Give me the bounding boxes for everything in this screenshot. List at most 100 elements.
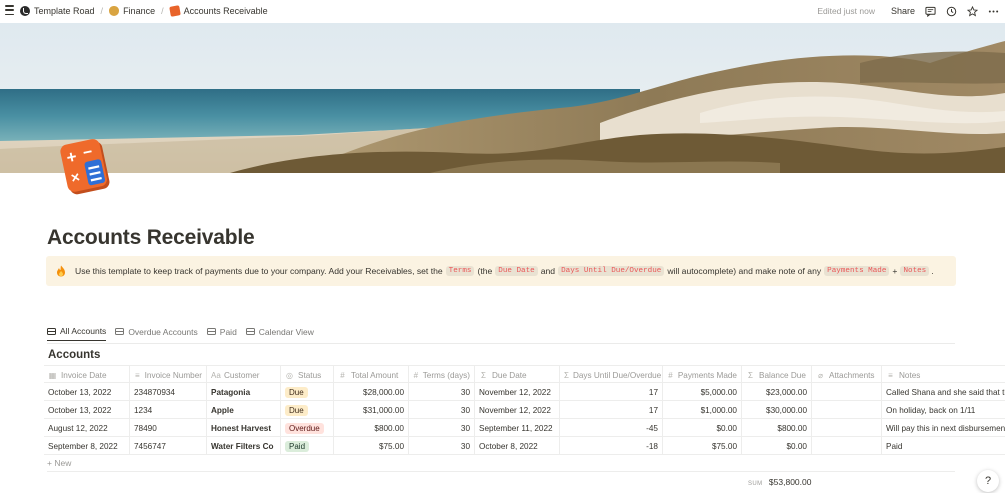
balance-due-sum[interactable]: SUM $53,800.00 (748, 477, 811, 487)
calculator-icon[interactable]: + − × (58, 132, 113, 202)
table-footer-divider (47, 471, 955, 472)
share-button[interactable]: Share (891, 6, 915, 16)
cell-attachments[interactable] (812, 401, 882, 419)
status-badge: Paid (285, 440, 310, 452)
cell-due-date[interactable]: November 12, 2022 (475, 401, 560, 419)
cell-customer[interactable]: Water Filters Co (207, 437, 281, 455)
cell-customer[interactable]: Patagonia (207, 383, 281, 401)
column-header-status[interactable]: ◎ Status (281, 366, 334, 384)
tab-calendar-view[interactable]: Calendar View (245, 325, 314, 341)
cell-invoice-date[interactable]: October 13, 2022 (44, 401, 130, 419)
cell-total-amount[interactable]: $75.00 (334, 437, 409, 455)
breadcrumb-item-finance[interactable]: Finance (109, 6, 155, 16)
database-title[interactable]: Accounts (48, 349, 100, 361)
column-label: Notes (899, 370, 921, 380)
cell-customer[interactable]: Honest Harvest (207, 419, 281, 437)
status-badge: Overdue (285, 422, 324, 434)
tab-all-accounts[interactable]: All Accounts (47, 325, 107, 341)
breadcrumb-item-accounts-receivable[interactable]: Accounts Receivable (168, 5, 268, 17)
column-header-days-until-due[interactable]: Σ Days Until Due/Overdue (560, 366, 663, 384)
cell-balance-due[interactable]: $23,000.00 (742, 383, 812, 401)
cell-invoice-date[interactable]: October 13, 2022 (44, 383, 130, 401)
cell-attachments[interactable] (812, 437, 882, 455)
column-header-customer[interactable]: Aa Customer (207, 366, 281, 384)
cell-customer[interactable]: Apple (207, 401, 281, 419)
calculator-icon (168, 5, 181, 17)
column-header-attachments[interactable]: ⌀ Attachments (812, 366, 882, 384)
template-road-logo-icon (20, 6, 30, 16)
cell-total-amount[interactable]: $31,000.00 (334, 401, 409, 419)
cell-status[interactable]: Paid (281, 437, 334, 455)
column-header-total-amount[interactable]: # Total Amount (334, 366, 409, 384)
cell-terms[interactable]: 30 (409, 383, 475, 401)
cell-status[interactable]: Due (281, 383, 334, 401)
comment-icon[interactable] (925, 6, 936, 17)
breadcrumb-label: Template Road (34, 6, 95, 16)
cell-payments-made[interactable]: $1,000.00 (663, 401, 742, 419)
callout-text: . (931, 266, 934, 276)
tab-overdue-accounts[interactable]: Overdue Accounts (115, 325, 198, 341)
column-label: Attachments (829, 370, 875, 380)
cell-terms[interactable]: 30 (409, 437, 475, 455)
cell-payments-made[interactable]: $75.00 (663, 437, 742, 455)
column-header-terms[interactable]: # Terms (days) (409, 366, 475, 384)
star-icon[interactable] (967, 5, 978, 17)
formula-icon: Σ (748, 370, 753, 380)
breadcrumb-separator: / (161, 6, 164, 16)
column-header-payments-made[interactable]: # Payments Made (663, 366, 742, 384)
column-header-invoice-date[interactable]: ▦ Invoice Date (44, 366, 130, 384)
cell-days-until-due[interactable]: 17 (560, 401, 663, 419)
cover-image[interactable] (0, 23, 1005, 173)
column-header-invoice-number[interactable]: ≡ Invoice Number (130, 366, 207, 384)
cell-invoice-date[interactable]: September 8, 2022 (44, 437, 130, 455)
cell-balance-due[interactable]: $800.00 (742, 419, 812, 437)
page-title[interactable]: Accounts Receivable (47, 226, 255, 250)
accounts-table: ▦ Invoice Date ≡ Invoice Number Aa Customer… (44, 365, 1005, 455)
callout-code-due-date: Due Date (495, 266, 538, 276)
cell-invoice-number[interactable]: 7456747 (130, 437, 207, 455)
cell-payments-made[interactable]: $0.00 (663, 419, 742, 437)
cell-notes[interactable]: Called Shana and she said that they (882, 383, 1005, 401)
cell-days-until-due[interactable]: -18 (560, 437, 663, 455)
column-label: Payments Made (677, 370, 737, 380)
tab-paid[interactable]: Paid (206, 325, 237, 341)
column-header-notes[interactable]: ≡ Notes (882, 366, 1005, 384)
table-icon (115, 328, 125, 335)
cell-invoice-number[interactable]: 1234 (130, 401, 207, 419)
cell-total-amount[interactable]: $800.00 (334, 419, 409, 437)
callout-text: Use this template to keep track of payme… (75, 266, 443, 276)
cell-terms[interactable]: 30 (409, 419, 475, 437)
cell-payments-made[interactable]: $5,000.00 (663, 383, 742, 401)
cell-terms[interactable]: 30 (409, 401, 475, 419)
cell-due-date[interactable]: November 12, 2022 (475, 383, 560, 401)
breadcrumb-item-template-road[interactable]: Template Road (20, 6, 95, 16)
cell-due-date[interactable]: October 8, 2022 (475, 437, 560, 455)
cell-days-until-due[interactable]: 17 (560, 383, 663, 401)
column-header-balance-due[interactable]: Σ Balance Due (742, 366, 812, 384)
cell-balance-due[interactable]: $0.00 (742, 437, 812, 455)
cell-total-amount[interactable]: $28,000.00 (334, 383, 409, 401)
table-row[interactable]: September 8, 2022 7456747 Water Filters … (44, 437, 1005, 455)
cell-notes[interactable]: Will pay this in next disbursement run (882, 419, 1005, 437)
clock-icon[interactable] (946, 6, 957, 17)
more-icon[interactable] (988, 6, 999, 17)
cell-notes[interactable]: Paid (882, 437, 1005, 455)
cell-attachments[interactable] (812, 383, 882, 401)
hamburger-menu-icon[interactable] (5, 5, 14, 15)
table-row[interactable]: October 13, 2022 234870934 Patagonia Due… (44, 383, 1005, 401)
cell-invoice-number[interactable]: 78490 (130, 419, 207, 437)
cell-attachments[interactable] (812, 419, 882, 437)
table-row[interactable]: August 12, 2022 78490 Honest Harvest Ove… (44, 419, 1005, 437)
cell-balance-due[interactable]: $30,000.00 (742, 401, 812, 419)
help-button[interactable]: ? (977, 470, 999, 492)
column-header-due-date[interactable]: Σ Due Date (475, 366, 560, 384)
cell-notes[interactable]: On holiday, back on 1/11 (882, 401, 1005, 419)
cell-days-until-due[interactable]: -45 (560, 419, 663, 437)
new-row-button[interactable]: + New (47, 458, 71, 468)
cell-invoice-date[interactable]: August 12, 2022 (44, 419, 130, 437)
cell-status[interactable]: Overdue (281, 419, 334, 437)
cell-invoice-number[interactable]: 234870934 (130, 383, 207, 401)
table-row[interactable]: October 13, 2022 1234 Apple Due $31,000.… (44, 401, 1005, 419)
cell-status[interactable]: Due (281, 401, 334, 419)
cell-due-date[interactable]: September 11, 2022 (475, 419, 560, 437)
